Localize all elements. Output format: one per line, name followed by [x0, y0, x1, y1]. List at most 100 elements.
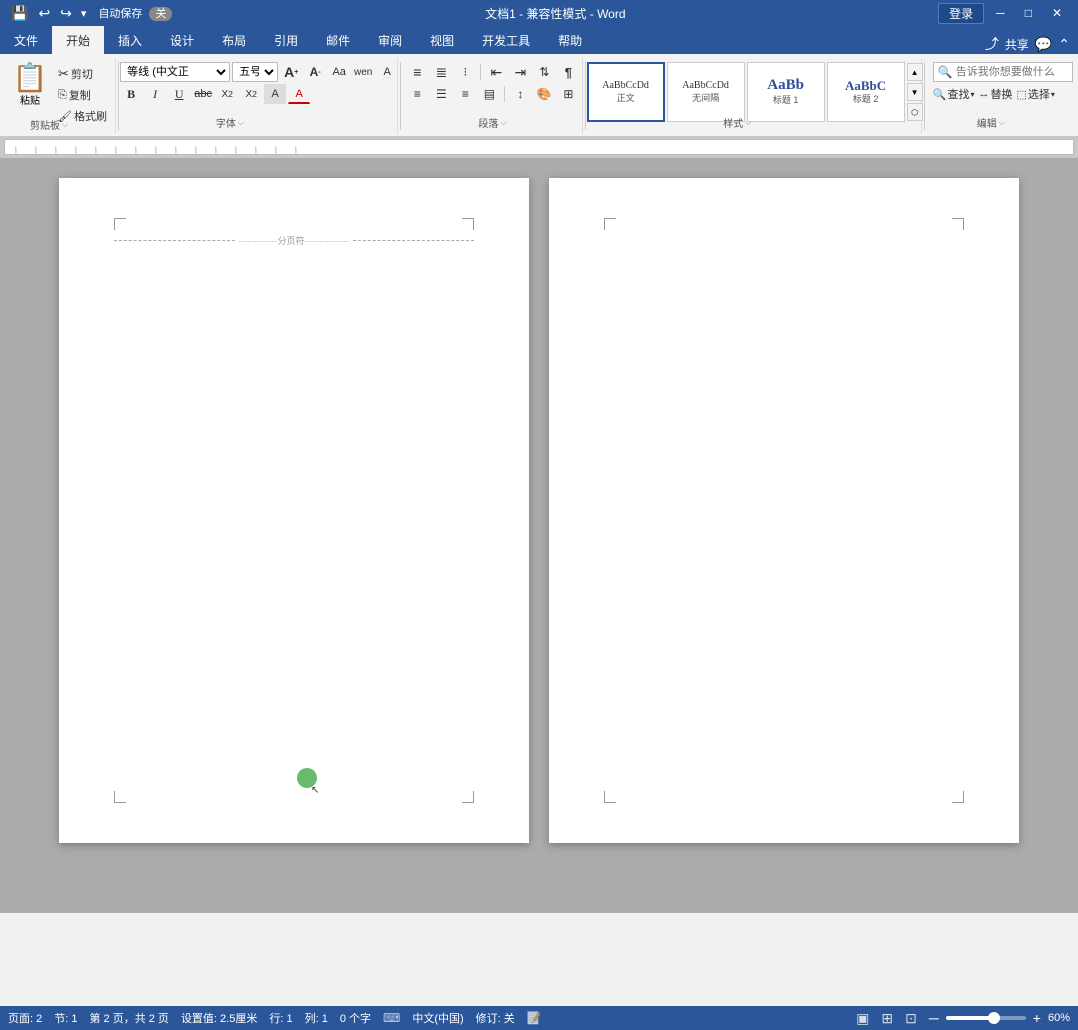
page-2 — [549, 178, 1019, 843]
paragraph-expand-icon[interactable]: ⌵ — [500, 118, 506, 128]
font-group: 等线 (中文正 五号 A+ A- Aa wen A B I U abc X2 X… — [121, 58, 398, 134]
window-title: 文档1 - 兼容性模式 - Word — [172, 5, 938, 22]
shading-button[interactable]: 🎨 — [533, 84, 555, 104]
document-area[interactable]: ·············分页符··············· ↖ — [0, 158, 1078, 913]
styles-expand-icon[interactable]: ⌵ — [745, 118, 751, 128]
multilevel-button[interactable]: ⁝ — [454, 62, 476, 82]
page-break-line-left — [114, 240, 235, 241]
decrease-indent-button[interactable]: ⇤ — [485, 62, 507, 82]
undo-icon[interactable]: ↩ — [35, 5, 53, 22]
select-button[interactable]: ⬚ 选择 ▾ — [1017, 86, 1055, 102]
paragraph-group-label: 段落 — [478, 115, 498, 130]
para-divider-1 — [480, 64, 481, 80]
clear-format-button[interactable]: wen — [352, 62, 374, 82]
titlebar-right: 登录 ─ □ ✕ — [938, 0, 1070, 26]
tab-references[interactable]: 引用 — [260, 26, 312, 54]
ribbon-collapse-icon[interactable]: ⌃ — [1058, 36, 1070, 53]
corner-tr-1 — [462, 218, 474, 230]
change-case-button[interactable]: Aa — [328, 62, 350, 82]
svg-text:|: | — [195, 147, 197, 154]
font-color-button[interactable]: A — [288, 84, 310, 104]
window-restore-button[interactable]: □ — [1017, 0, 1040, 26]
search-input[interactable] — [956, 66, 1066, 78]
replace-button[interactable]: ↔ 替换 — [979, 86, 1013, 102]
bullets-button[interactable]: ≡ — [406, 62, 428, 82]
tab-developer[interactable]: 开发工具 — [468, 26, 544, 54]
find-button[interactable]: 🔍 查找 ▾ — [933, 86, 975, 102]
cut-button[interactable]: ✂ 剪切 — [54, 64, 111, 84]
tab-design[interactable]: 设计 — [156, 26, 208, 54]
font-shrink-button[interactable]: A- — [304, 62, 326, 82]
align-right-button[interactable]: ≡ — [454, 84, 476, 104]
tab-mailings[interactable]: 邮件 — [312, 26, 364, 54]
clipboard-expand-icon[interactable]: ⌵ — [62, 120, 68, 130]
show-formatting-button[interactable]: ¶ — [557, 62, 579, 82]
borders-button[interactable]: ⊞ — [557, 84, 579, 104]
style-heading1-label: 标题 1 — [773, 93, 799, 106]
login-button[interactable]: 登录 — [938, 3, 984, 24]
tab-review[interactable]: 审阅 — [364, 26, 416, 54]
tab-home[interactable]: 开始 — [52, 26, 104, 54]
share-label[interactable]: 共享 — [1005, 36, 1029, 53]
tab-layout[interactable]: 布局 — [208, 26, 260, 54]
align-left-button[interactable]: ≡ — [406, 84, 428, 104]
redo-icon[interactable]: ↪ — [57, 5, 75, 22]
clipboard-group: 📋 粘贴 ✂ 剪切 ⎘ 复制 🖌 格式刷 剪贴板 ⌵ — [4, 58, 116, 134]
subscript-button[interactable]: X2 — [216, 84, 238, 104]
zoom-slider[interactable] — [946, 1016, 1026, 1020]
view-read-button[interactable]: ⊡ — [902, 1010, 920, 1027]
text-highlight-button[interactable]: A — [376, 62, 398, 82]
view-print-button[interactable]: ▣ — [853, 1010, 872, 1027]
zoom-out-button[interactable]: ─ — [926, 1010, 942, 1026]
divider-4 — [924, 62, 925, 130]
zoom-value[interactable]: 60% — [1048, 1012, 1070, 1024]
styles-more-button[interactable]: ⬡ — [907, 103, 923, 121]
justify-button[interactable]: ▤ — [478, 84, 500, 104]
superscript-button[interactable]: X2 — [240, 84, 262, 104]
svg-text:|: | — [215, 147, 217, 154]
autosave-state: 关 — [149, 7, 172, 21]
autosave-toggle[interactable]: 关 — [149, 5, 172, 21]
line-spacing-button[interactable]: ↕ — [509, 84, 531, 104]
svg-text:|: | — [275, 147, 277, 154]
status-page: 页面: 2 — [8, 1010, 42, 1026]
zoom-in-button[interactable]: + — [1030, 1010, 1044, 1026]
align-center-button[interactable]: ☰ — [430, 84, 452, 104]
search-box[interactable]: 🔍 — [933, 62, 1073, 82]
window-minimize-button[interactable]: ─ — [988, 0, 1013, 26]
replace-label: 替换 — [991, 86, 1013, 102]
font-grow-button[interactable]: A+ — [280, 62, 302, 82]
strikethrough-button[interactable]: abc — [192, 84, 214, 104]
numbering-button[interactable]: ≣ — [430, 62, 452, 82]
tab-help[interactable]: 帮助 — [544, 26, 596, 54]
bold-button[interactable]: B — [120, 84, 142, 104]
italic-button[interactable]: I — [144, 84, 166, 104]
window-close-button[interactable]: ✕ — [1044, 0, 1070, 26]
tab-view[interactable]: 视图 — [416, 26, 468, 54]
save-icon[interactable]: 💾 — [8, 5, 31, 22]
increase-indent-button[interactable]: ⇥ — [509, 62, 531, 82]
style-heading2-sample: AaBbC — [845, 79, 886, 92]
tab-file[interactable]: 文件 — [0, 26, 52, 54]
font-expand-icon[interactable]: ⌵ — [238, 118, 244, 128]
tab-insert[interactable]: 插入 — [104, 26, 156, 54]
copy-button[interactable]: ⎘ 复制 — [54, 85, 111, 105]
editing-group-label: 编辑 — [977, 115, 997, 130]
font-size-select[interactable]: 五号 — [232, 62, 278, 82]
sort-button[interactable]: ⇅ — [533, 62, 555, 82]
editing-expand-icon[interactable]: ⌵ — [999, 118, 1005, 128]
font-name-select[interactable]: 等线 (中文正 — [120, 62, 230, 82]
status-section: 节: 1 — [54, 1010, 77, 1026]
comment-icon[interactable]: 💬 — [1035, 36, 1052, 53]
share-icon[interactable]: ⤴ — [985, 34, 999, 54]
styles-scroll-up[interactable]: ▲ — [907, 63, 923, 81]
char-shading-button[interactable]: A — [264, 84, 286, 104]
editing-group: 🔍 🔍 查找 ▾ ↔ 替换 ⬚ 选择 ▾ 编辑 ⌵ — [927, 58, 1074, 134]
view-web-button[interactable]: ⊞ — [878, 1010, 896, 1027]
styles-scroll-down[interactable]: ▼ — [907, 83, 923, 101]
cut-label: 剪切 — [71, 66, 93, 82]
svg-text:|: | — [75, 147, 77, 154]
underline-button[interactable]: U — [168, 84, 190, 104]
customize-icon[interactable]: ▾ — [79, 7, 89, 20]
cut-icon: ✂ — [58, 66, 69, 82]
